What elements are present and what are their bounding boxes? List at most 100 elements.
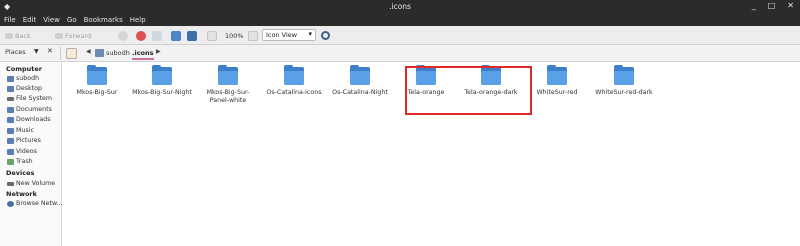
close-button[interactable]: ✕ bbox=[787, 1, 794, 10]
sidebar-item-filesystem[interactable]: File System bbox=[7, 95, 52, 102]
sidebar-item-videos[interactable]: Videos bbox=[7, 148, 37, 155]
folder-icon bbox=[218, 65, 238, 85]
search-button[interactable] bbox=[321, 29, 330, 42]
view-mode-select[interactable]: Icon View ▾ bbox=[262, 29, 316, 41]
view-mode-value: Icon View bbox=[266, 31, 298, 39]
window-title: .icons bbox=[389, 2, 411, 11]
divider bbox=[60, 47, 61, 60]
forward-button[interactable]: Forward bbox=[55, 29, 91, 42]
trash-icon bbox=[7, 158, 14, 165]
minimize-button[interactable]: _ bbox=[752, 1, 756, 10]
places-label[interactable]: Places bbox=[5, 48, 26, 56]
music-folder-icon bbox=[7, 127, 14, 134]
menu-bar: File Edit View Go Bookmarks Help bbox=[0, 14, 800, 26]
sidebar-item-trash[interactable]: Trash bbox=[7, 158, 33, 165]
up-button[interactable] bbox=[118, 29, 128, 42]
reload-button[interactable] bbox=[152, 29, 162, 42]
breadcrumb-left-icon[interactable]: ◀ bbox=[86, 48, 91, 55]
folder-item[interactable]: Mkos-Big-Sur bbox=[66, 65, 128, 97]
folder-name: Os-Catalina-icons bbox=[266, 89, 322, 96]
folder-name: WhiteSur-red-dark bbox=[595, 89, 653, 96]
computer-icon bbox=[187, 30, 197, 41]
sidebar-item-label: Pictures bbox=[16, 137, 41, 144]
breadcrumb-subodh[interactable]: subodh bbox=[106, 49, 130, 57]
home-folder-icon bbox=[95, 49, 104, 57]
drive-icon bbox=[7, 96, 14, 101]
sidebar-item-music[interactable]: Music bbox=[7, 127, 34, 134]
sidebar-item-subodh[interactable]: subodh bbox=[7, 75, 39, 82]
back-label: Back bbox=[15, 31, 31, 40]
breadcrumb-right-icon[interactable]: ▶ bbox=[156, 48, 161, 55]
stop-button[interactable] bbox=[136, 29, 146, 42]
menu-file[interactable]: File bbox=[4, 16, 16, 24]
sidebar-item-browse-network[interactable]: Browse Netw... bbox=[7, 200, 63, 207]
folder-icon bbox=[350, 65, 370, 85]
folder-name: Mkos-Big-Sur-Panel-white bbox=[206, 89, 250, 105]
sidebar-header-network: Network bbox=[6, 190, 37, 198]
sidebar-item-label: Browse Netw... bbox=[16, 200, 63, 207]
menu-edit[interactable]: Edit bbox=[23, 16, 37, 24]
folder-name: WhiteSur-red bbox=[536, 89, 578, 96]
sidebar-item-new-volume[interactable]: New Volume bbox=[7, 180, 55, 187]
sidebar-header-computer: Computer bbox=[6, 65, 43, 73]
sidebar-item-label: Desktop bbox=[16, 85, 42, 92]
folder-item[interactable]: Mkos-Big-Sur-Night bbox=[131, 65, 193, 97]
folder-item[interactable]: Os-Catalina-Night bbox=[329, 65, 391, 97]
toggle-location-entry-button[interactable] bbox=[66, 48, 77, 59]
forward-label: Forward bbox=[65, 31, 92, 40]
desktop-folder-icon bbox=[7, 85, 14, 92]
folder-icon bbox=[87, 65, 107, 85]
sidebar-item-label: File System bbox=[16, 95, 53, 102]
downloads-folder-icon bbox=[7, 116, 14, 123]
sidebar-item-downloads[interactable]: Downloads bbox=[7, 116, 51, 123]
zoom-in-button[interactable] bbox=[248, 29, 258, 42]
zoom-level: 100% bbox=[225, 31, 244, 40]
drive-icon bbox=[7, 181, 14, 186]
videos-folder-icon bbox=[7, 148, 14, 155]
home-button[interactable] bbox=[171, 29, 181, 42]
sidebar-item-label: Videos bbox=[16, 148, 37, 155]
sidebar-item-label: subodh bbox=[16, 75, 40, 82]
folder-icon bbox=[152, 65, 172, 85]
folder-icon bbox=[614, 65, 634, 85]
stop-icon bbox=[136, 30, 146, 41]
sidebar-item-pictures[interactable]: Pictures bbox=[7, 137, 41, 144]
forward-arrow-icon bbox=[55, 32, 63, 39]
folder-icon bbox=[547, 65, 567, 85]
window-controls: _ □ ✕ bbox=[752, 1, 794, 10]
sidebar-item-documents[interactable]: Documents bbox=[7, 106, 52, 113]
location-bar: Places ▼ ✕ ◀ subodh .icons ▶ bbox=[0, 45, 800, 62]
sidebar-item-desktop[interactable]: Desktop bbox=[7, 85, 42, 92]
documents-folder-icon bbox=[7, 106, 14, 113]
chevron-down-icon: ▾ bbox=[308, 30, 312, 38]
menu-help[interactable]: Help bbox=[130, 16, 146, 24]
folder-item[interactable]: WhiteSur-red-dark bbox=[593, 65, 655, 97]
computer-button[interactable] bbox=[187, 29, 197, 42]
close-sidebar-icon[interactable]: ✕ bbox=[47, 47, 53, 55]
menu-view[interactable]: View bbox=[43, 16, 60, 24]
sidebar-item-label: Trash bbox=[16, 158, 33, 165]
maximize-button[interactable]: □ bbox=[768, 1, 776, 10]
up-arrow-icon bbox=[118, 30, 128, 41]
file-view: Mkos-Big-Sur Mkos-Big-Sur-Night Mkos-Big… bbox=[63, 62, 800, 246]
menu-bookmarks[interactable]: Bookmarks bbox=[84, 16, 123, 24]
reload-icon bbox=[152, 30, 162, 41]
back-arrow-icon bbox=[5, 32, 13, 39]
folder-item[interactable]: Mkos-Big-Sur-Panel-white bbox=[197, 65, 259, 105]
folder-item[interactable]: Os-Catalina-icons bbox=[263, 65, 325, 97]
sidebar-item-label: New Volume bbox=[16, 180, 56, 187]
breadcrumb-icons[interactable]: .icons bbox=[132, 49, 154, 60]
home-folder-icon bbox=[171, 30, 181, 41]
folder-name: Mkos-Big-Sur bbox=[76, 89, 118, 96]
menu-go[interactable]: Go bbox=[67, 16, 77, 24]
sidebar-item-label: Music bbox=[16, 127, 34, 134]
folder-name: Mkos-Big-Sur-Night bbox=[132, 89, 192, 96]
zoom-in-icon bbox=[248, 30, 258, 41]
folder-item[interactable]: WhiteSur-red bbox=[526, 65, 588, 97]
back-button[interactable]: Back bbox=[5, 29, 31, 42]
home-folder-icon bbox=[7, 75, 14, 82]
zoom-out-button[interactable] bbox=[207, 29, 217, 42]
highlight-box bbox=[405, 66, 532, 115]
zoom-out-icon bbox=[207, 30, 217, 41]
places-dropdown-icon[interactable]: ▼ bbox=[34, 48, 39, 55]
